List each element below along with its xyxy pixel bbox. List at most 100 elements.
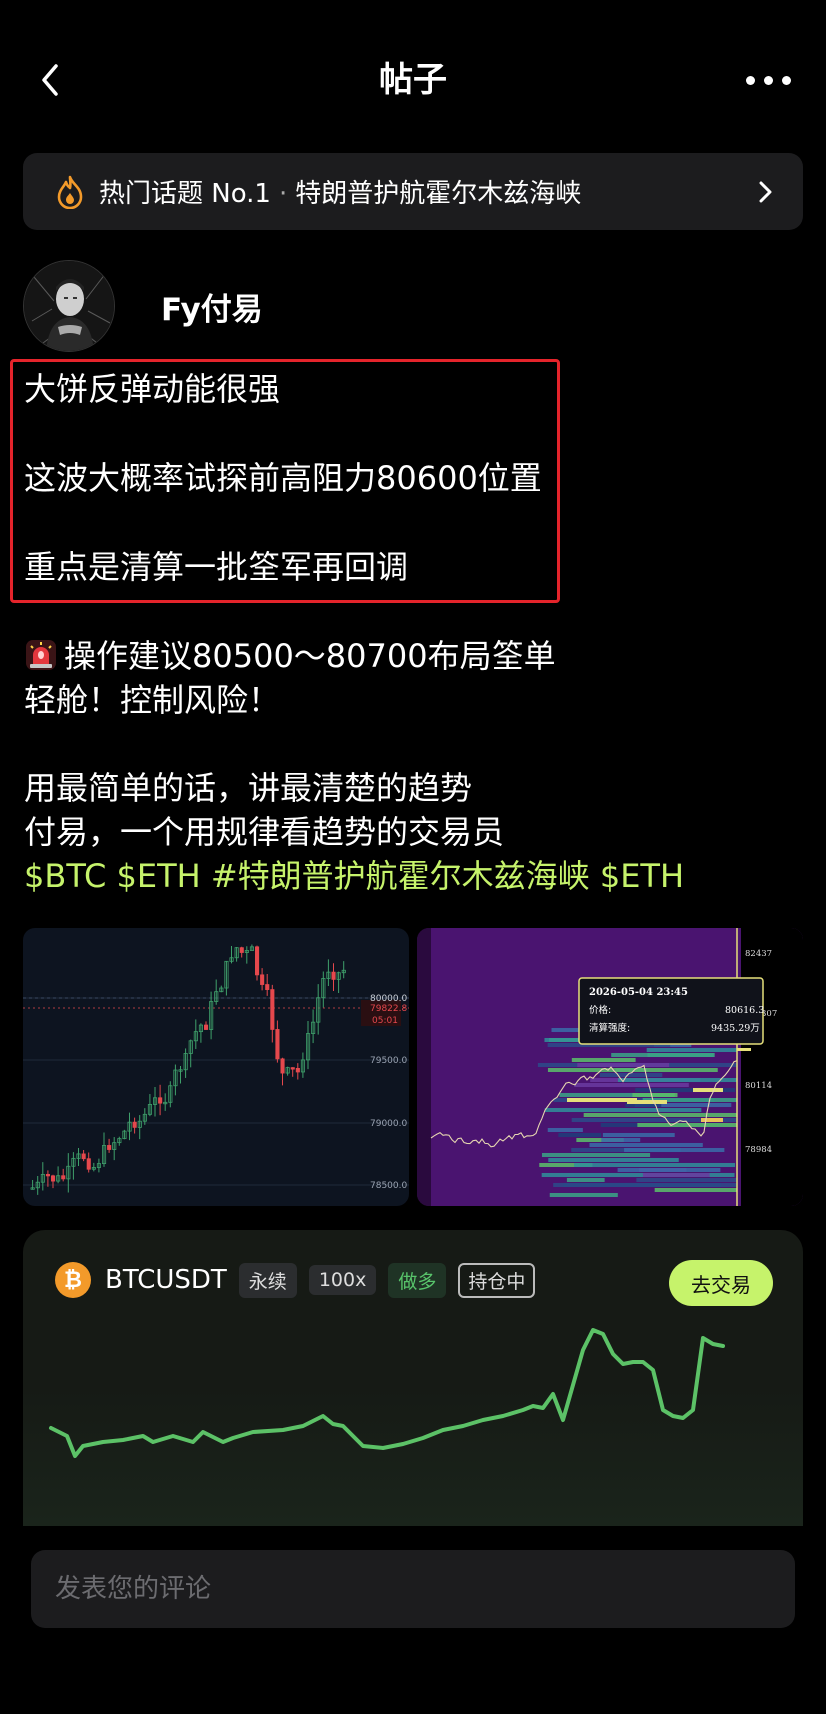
topic-name: 特朗普护航霍尔木兹海峡 xyxy=(295,179,582,209)
comment-input[interactable] xyxy=(55,1574,795,1604)
post-line: 大饼反弹动能很强 xyxy=(24,370,281,408)
tag-long: 做多 xyxy=(388,1262,447,1298)
candle-body xyxy=(260,974,265,985)
heatmap-band xyxy=(549,1193,618,1197)
author-name[interactable]: Fy付易 xyxy=(161,284,263,329)
price-label: 80114 xyxy=(745,1081,772,1091)
heatmap-band xyxy=(547,1128,583,1132)
candle-body xyxy=(50,1175,56,1182)
tooltip-price-label: 价格: xyxy=(589,1004,611,1016)
heatmap-band xyxy=(611,1053,714,1057)
heatmap-band xyxy=(624,1148,725,1152)
tag-holding: 持仓中 xyxy=(458,1262,536,1298)
tag-leverage: 100x xyxy=(308,1265,377,1295)
tooltip-date: 2026-05-04 23:45 xyxy=(589,987,688,998)
bitcoin-icon: ₿ xyxy=(55,1262,91,1298)
siren-icon xyxy=(26,640,56,670)
candle-body xyxy=(265,984,270,990)
heatmap-band xyxy=(574,1163,736,1167)
heatmap-band xyxy=(601,1138,641,1142)
heatmap-band xyxy=(571,1058,636,1062)
heatmap-band xyxy=(589,1143,703,1147)
header: 帖子 xyxy=(0,40,826,120)
current-price-label: 79822.8 xyxy=(370,1004,407,1014)
post-line: 轻舱！控制风险！ xyxy=(24,681,281,719)
post-images: 80000.0 79822.8 05:01 79500.0 79000.0 78… xyxy=(23,928,803,1206)
more-dot-icon xyxy=(745,75,755,85)
tooltip-strength-value: 9435.29万 xyxy=(711,1023,760,1034)
heatmap-band xyxy=(602,1133,675,1137)
heatmap-hot-band xyxy=(567,1098,637,1102)
more-dot-icon xyxy=(781,75,791,85)
post-line: 付易，一个用规律看趋势的交易员 xyxy=(24,813,505,851)
more-dot-icon xyxy=(763,75,773,85)
candle-body xyxy=(331,971,336,980)
tag-perpetual: 永续 xyxy=(238,1262,297,1298)
avatar-image xyxy=(24,261,114,351)
author-row[interactable]: Fy付易 xyxy=(23,260,263,352)
candle-body xyxy=(81,1153,86,1160)
heatmap-band xyxy=(574,1083,689,1087)
price-label: 78500.0 xyxy=(370,1181,407,1191)
post-line: 用最简单的话，讲最清楚的趋势 xyxy=(24,769,473,807)
tooltip-strength-label: 清算强度: xyxy=(589,1022,630,1034)
candle-body xyxy=(270,989,275,1030)
heatmap-hot-band xyxy=(701,1118,723,1122)
heatmap-band xyxy=(646,1048,737,1052)
comment-box[interactable] xyxy=(31,1550,795,1628)
heatmap-band xyxy=(599,1073,663,1077)
post-line: 重点是清算一批筌军再回调 xyxy=(24,548,409,586)
topic-rank: 热门话题 No.1 xyxy=(99,179,271,209)
heatmap-band xyxy=(553,1183,737,1187)
heatmap-band xyxy=(544,1108,702,1112)
heatmap-hot-band xyxy=(627,1100,667,1104)
candle-body xyxy=(45,1173,50,1177)
heatmap-band xyxy=(541,1153,651,1157)
liquidation-heatmap: 82437 307 80114 78984 2026-05-04 23:45 价… xyxy=(417,928,803,1206)
candle-body xyxy=(239,947,244,953)
candle-body xyxy=(86,1158,91,1170)
chevron-right-icon xyxy=(759,181,772,202)
post-line-suggestion: 操作建议80500～80700布局筌单 xyxy=(24,636,556,676)
candle-body xyxy=(107,1145,112,1150)
heatmap-band xyxy=(548,1158,679,1162)
post-line: 操作建议80500～80700布局筌单 xyxy=(64,637,556,675)
trade-symbol: BTCUSDT xyxy=(105,1265,227,1295)
candlestick-chart: 80000.0 79822.8 05:01 79500.0 79000.0 78… xyxy=(23,944,409,1195)
heatmap-band xyxy=(632,1093,678,1097)
price-label: 78984 xyxy=(745,1145,772,1155)
price-label: 82437 xyxy=(745,949,772,959)
topic-separator: · xyxy=(278,179,288,209)
go-trade-button[interactable]: 去交易 xyxy=(669,1260,773,1306)
candle-body xyxy=(158,1097,163,1104)
candle-body xyxy=(254,946,260,976)
candlestick-chart-image[interactable]: 80000.0 79822.8 05:01 79500.0 79000.0 78… xyxy=(23,928,409,1206)
candle-body xyxy=(280,1058,285,1074)
heatmap-band xyxy=(577,1063,670,1067)
heatmap-tooltip: 2026-05-04 23:45 价格: 80616.3 清算强度: 9435.… xyxy=(578,977,764,1045)
hot-topic-bar[interactable]: 热门话题 No.1 · 特朗普护航霍尔木兹海峡 xyxy=(23,153,803,230)
candle-body xyxy=(132,1121,137,1128)
page-title: 帖子 xyxy=(379,60,447,100)
heatmap-band xyxy=(654,1188,737,1192)
post-hashtags[interactable]: $BTC $ETH #特朗普护航霍尔木兹海峡 $ETH xyxy=(24,856,684,896)
fire-icon xyxy=(57,175,83,209)
candle-body xyxy=(295,1067,300,1073)
candle-body xyxy=(203,1024,209,1030)
post-line: 这波大概率试探前高阻力80600位置 xyxy=(24,459,542,497)
tooltip-price-value: 80616.3 xyxy=(725,1005,764,1016)
heatmap-band xyxy=(558,1133,602,1137)
price-label: 79500.0 xyxy=(370,1056,407,1066)
topic-text: 热门话题 No.1 · 特朗普护航霍尔木兹海峡 xyxy=(99,173,751,210)
heatmap-band xyxy=(617,1168,721,1172)
heatmap-band xyxy=(636,1178,737,1182)
more-options-button[interactable] xyxy=(738,58,798,102)
heatmap-band xyxy=(637,1123,737,1127)
liquidation-heatmap-image[interactable]: 82437 307 80114 78984 2026-05-04 23:45 价… xyxy=(417,928,803,1206)
heatmap-hot-band xyxy=(693,1088,723,1092)
candle-body xyxy=(61,1175,66,1180)
price-label: 79000.0 xyxy=(370,1119,407,1129)
avatar[interactable] xyxy=(23,260,115,352)
position-card[interactable]: ₿ BTCUSDT 永续 100x 做多 持仓中 去交易 xyxy=(23,1230,803,1526)
countdown-label: 05:01 xyxy=(372,1016,398,1026)
